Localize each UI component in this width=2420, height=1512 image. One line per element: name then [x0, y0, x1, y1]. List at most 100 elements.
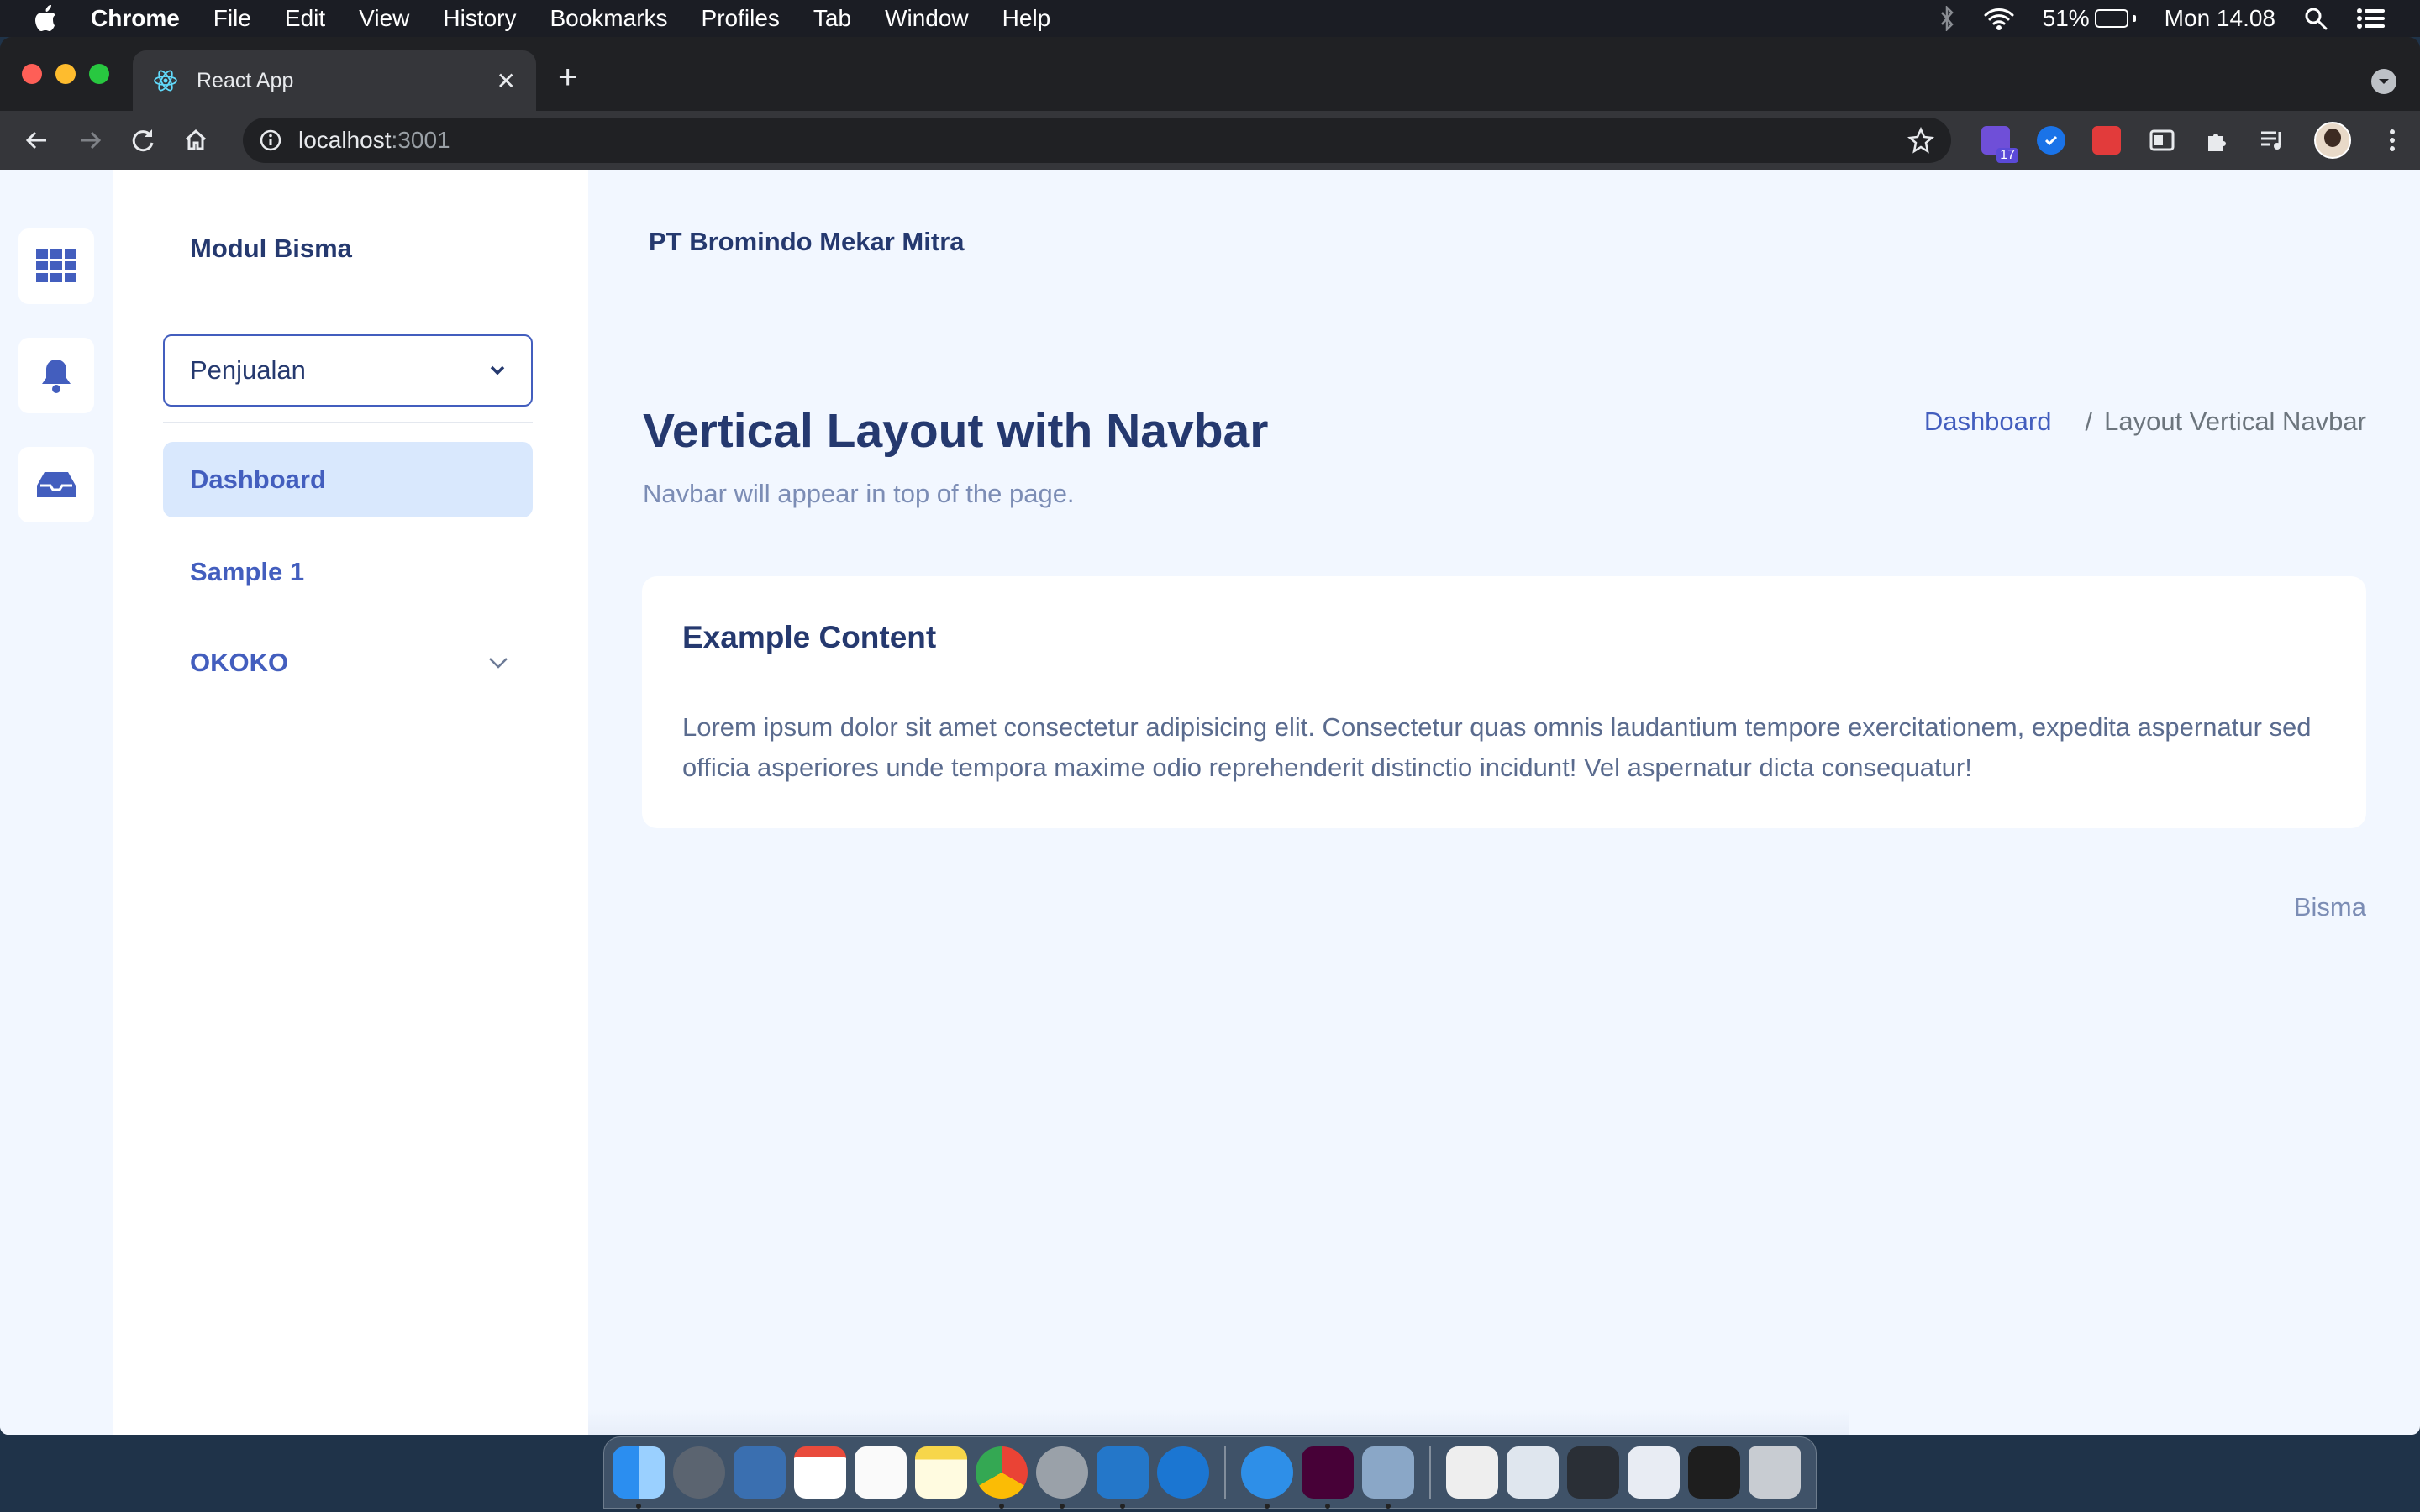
battery-tip — [2133, 15, 2136, 22]
content-card: Example Content Lorem ipsum dolor sit am… — [642, 576, 2366, 828]
rail-apps-button[interactable] — [18, 228, 94, 304]
browser-toolbar: localhost:3001 17 — [0, 111, 2420, 170]
extension-sidepanel-icon[interactable] — [2148, 126, 2176, 155]
sidebar: Modul Bisma Penjualan Dashboard Sample 1… — [113, 170, 588, 1435]
arrow-left-icon — [25, 131, 46, 150]
extensions-puzzle-button[interactable] — [2203, 126, 2232, 155]
sidebar-item-label: OKOKO — [190, 648, 289, 677]
card-title: Example Content — [682, 620, 937, 654]
home-icon — [186, 129, 207, 150]
checkmark-icon — [2044, 135, 2058, 146]
close-window-button[interactable] — [22, 64, 42, 84]
profile-avatar[interactable] — [2314, 122, 2351, 159]
tab-close-icon[interactable]: ✕ — [497, 67, 516, 95]
footer-shadow — [588, 1410, 1849, 1435]
xd-thumbnail-icon[interactable] — [1628, 1446, 1680, 1499]
calendar-icon[interactable] — [794, 1446, 846, 1499]
preview-icon[interactable] — [1362, 1446, 1414, 1509]
mail-icon[interactable] — [734, 1446, 786, 1499]
tab-react-app[interactable]: React App ✕ — [133, 50, 536, 111]
page-viewport: Modul Bisma Penjualan Dashboard Sample 1… — [0, 170, 2420, 1435]
spotlight-search-icon[interactable] — [2304, 7, 2328, 30]
sidebar-item-label: Dashboard — [190, 465, 326, 494]
minimize-window-button[interactable] — [55, 64, 76, 84]
arrow-right-icon — [80, 131, 101, 150]
navbar-company-name: PT Bromindo Mekar Mitra — [649, 227, 965, 256]
menu-history[interactable]: History — [443, 5, 516, 32]
url-port: :3001 — [391, 127, 450, 153]
extension-red-icon[interactable] — [2092, 126, 2121, 155]
menu-view[interactable]: View — [359, 5, 409, 32]
url-host: localhost — [298, 127, 392, 153]
sidebar-item-label: Sample 1 — [190, 557, 305, 586]
home-button[interactable] — [173, 117, 219, 164]
menu-app-name[interactable]: Chrome — [91, 5, 180, 32]
back-button[interactable] — [13, 117, 60, 164]
reminders-icon[interactable] — [855, 1446, 907, 1499]
bookmark-star-icon[interactable] — [1907, 127, 1934, 154]
dock-separator — [1429, 1446, 1431, 1499]
media-controls-button[interactable] — [2259, 126, 2287, 155]
menu-file[interactable]: File — [213, 5, 251, 32]
tab-search-button[interactable] — [2371, 69, 2396, 94]
breadcrumb-current: Layout Vertical Navbar — [2104, 407, 2366, 436]
finder-icon[interactable] — [613, 1446, 665, 1509]
macos-dock — [603, 1436, 1817, 1509]
menu-window[interactable]: Window — [885, 5, 969, 32]
control-center-icon[interactable] — [2356, 7, 2386, 30]
breadcrumb: Dashboard / Layout Vertical Navbar — [1924, 407, 2366, 437]
module-select[interactable]: Penjualan — [163, 334, 533, 407]
menubar-clock[interactable]: Mon 14.08 — [2165, 5, 2275, 32]
system-preferences-gear-icon[interactable] — [1036, 1446, 1088, 1509]
maximize-window-button[interactable] — [89, 64, 109, 84]
trash-icon[interactable] — [1749, 1446, 1801, 1499]
extension-purple-icon[interactable]: 17 — [1981, 126, 2018, 163]
forward-button[interactable] — [66, 117, 113, 164]
battery-status[interactable]: 51% — [2043, 5, 2136, 32]
editor-thumbnail-icon[interactable] — [1688, 1446, 1740, 1499]
chevron-down-icon — [490, 365, 505, 375]
breadcrumb-dashboard-link[interactable]: Dashboard — [1924, 407, 2052, 437]
sidebar-brand: Modul Bisma — [190, 234, 352, 263]
address-bar[interactable]: localhost:3001 — [243, 118, 1951, 163]
internet-app-icon[interactable] — [1157, 1446, 1209, 1499]
adobe-xd-icon[interactable] — [1302, 1446, 1354, 1509]
notes-icon[interactable] — [915, 1446, 967, 1499]
rail-inbox-button[interactable] — [18, 447, 94, 522]
reload-button[interactable] — [120, 117, 166, 164]
card-body-text: Lorem ipsum dolor sit amet consectetur a… — [682, 712, 2312, 782]
sidebar-item-okoko[interactable]: OKOKO — [163, 625, 533, 701]
sidebar-divider — [163, 422, 533, 423]
breadcrumb-separator: / — [2085, 407, 2093, 436]
menu-help[interactable]: Help — [1002, 5, 1051, 32]
kebab-menu-icon — [2390, 129, 2395, 151]
main-content: PT Bromindo Mekar Mitra Vertical Layout … — [588, 170, 2420, 1435]
menu-bookmarks[interactable]: Bookmarks — [550, 5, 667, 32]
sidebar-item-sample-1[interactable]: Sample 1 — [163, 534, 533, 610]
window-thumbnail-icon[interactable] — [1507, 1446, 1559, 1499]
pdf-document-icon[interactable] — [1446, 1446, 1498, 1499]
site-info-icon[interactable] — [260, 129, 281, 151]
wifi-icon[interactable] — [1984, 7, 2014, 30]
sidebar-item-dashboard[interactable]: Dashboard — [163, 442, 533, 517]
menu-tab[interactable]: Tab — [813, 5, 851, 32]
new-tab-button[interactable]: + — [558, 60, 577, 94]
chrome-icon[interactable] — [976, 1446, 1028, 1509]
safari-compass-icon[interactable] — [1241, 1446, 1293, 1509]
vscode-icon[interactable] — [1097, 1446, 1149, 1509]
sidepanel-icon — [2149, 129, 2175, 151]
module-select-value: Penjualan — [190, 355, 306, 385]
bluetooth-icon[interactable] — [1939, 6, 1955, 31]
apple-menu[interactable] — [0, 5, 91, 32]
rail-notifications-button[interactable] — [18, 338, 94, 413]
chrome-menu-button[interactable] — [2378, 126, 2407, 155]
menu-edit[interactable]: Edit — [285, 5, 325, 32]
menu-profiles[interactable]: Profiles — [702, 5, 780, 32]
apple-icon — [35, 5, 55, 31]
chevron-down-icon — [2379, 79, 2389, 84]
puzzle-icon — [2208, 134, 2226, 151]
terminal-thumbnail-icon[interactable] — [1567, 1446, 1619, 1499]
launchpad-rocket-icon[interactable] — [673, 1446, 725, 1499]
extension-check-icon[interactable] — [2037, 126, 2065, 155]
page-subtitle: Navbar will appear in top of the page. — [643, 479, 1075, 508]
